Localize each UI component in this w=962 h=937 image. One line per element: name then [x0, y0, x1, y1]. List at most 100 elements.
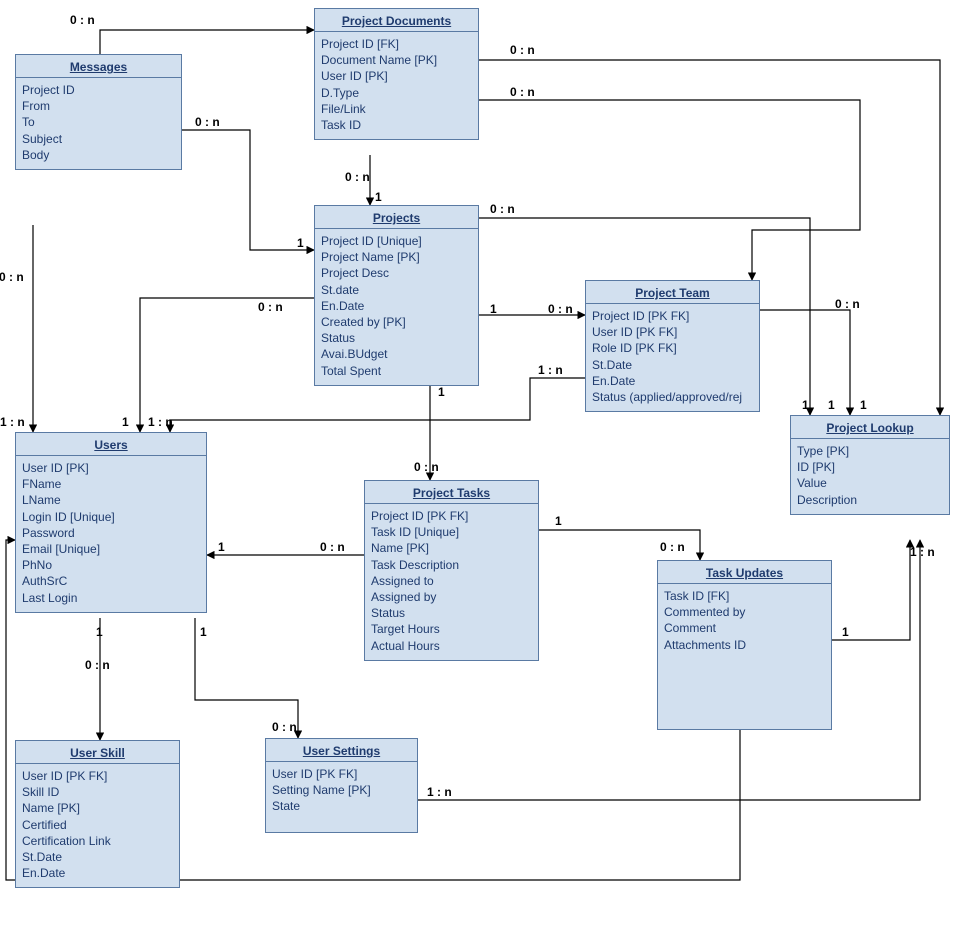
entity-title: Task Updates	[658, 561, 831, 584]
rel-label: 1	[375, 190, 382, 204]
attr: User ID [PK FK]	[592, 324, 753, 340]
er-diagram-canvas: 0 : n 0 : n 0 : n 1 : n 0 : n 1 1 0 : n …	[0, 0, 962, 937]
attr: St.date	[321, 282, 472, 298]
attr: Attachments ID	[664, 637, 825, 653]
rel-label: 1	[96, 625, 103, 639]
attr: Status (applied/approved/rej	[592, 389, 753, 405]
attr: Project Desc	[321, 265, 472, 281]
entity-title: Project Lookup	[791, 416, 949, 439]
entity-body: Project ID [FK] Document Name [PK] User …	[315, 32, 478, 139]
attr: Skill ID	[22, 784, 173, 800]
attr: User ID [PK FK]	[22, 768, 173, 784]
attr: AuthSrC	[22, 573, 200, 589]
attr: Avai.BUdget	[321, 346, 472, 362]
attr: Setting Name [PK]	[272, 782, 411, 798]
attr: Status	[371, 605, 532, 621]
attr: From	[22, 98, 175, 114]
attr: To	[22, 114, 175, 130]
entity-project-team: Project Team Project ID [PK FK] User ID …	[585, 280, 760, 412]
attr: Login ID [Unique]	[22, 509, 200, 525]
attr: St.Date	[592, 357, 753, 373]
entity-body: Type [PK] ID [PK] Value Description	[791, 439, 949, 514]
rel-label: 1	[490, 302, 497, 316]
attr: Project ID [PK FK]	[371, 508, 532, 524]
entity-title: Messages	[16, 55, 181, 78]
rel-label: 1 : n	[427, 785, 452, 799]
entity-project-lookup: Project Lookup Type [PK] ID [PK] Value D…	[790, 415, 950, 515]
rel-label: 0 : n	[490, 202, 515, 216]
rel-label: 1	[802, 398, 809, 412]
rel-label: 0 : n	[272, 720, 297, 734]
rel-label: 1 : n	[910, 545, 935, 559]
entity-title: Projects	[315, 206, 478, 229]
attr: Status	[321, 330, 472, 346]
attr: Project Name [PK]	[321, 249, 472, 265]
rel-label: 0 : n	[510, 43, 535, 57]
attr: Subject	[22, 131, 175, 147]
entity-title: Project Team	[586, 281, 759, 304]
rel-label: 0 : n	[70, 13, 95, 27]
attr: Project ID [PK FK]	[592, 308, 753, 324]
attr: Task ID [Unique]	[371, 524, 532, 540]
attr: Email [Unique]	[22, 541, 200, 557]
attr: Project ID [FK]	[321, 36, 472, 52]
entity-title: User Skill	[16, 741, 179, 764]
rel-label: 0 : n	[345, 170, 370, 184]
attr: Task ID [FK]	[664, 588, 825, 604]
entity-user-skill: User Skill User ID [PK FK] Skill ID Name…	[15, 740, 180, 888]
attr: State	[272, 798, 411, 814]
entity-body: User ID [PK] FName LName Login ID [Uniqu…	[16, 456, 206, 612]
rel-label: 0 : n	[85, 658, 110, 672]
attr: Role ID [PK FK]	[592, 340, 753, 356]
rel-label: 1	[297, 236, 304, 250]
entity-task-updates: Task Updates Task ID [FK] Commented by C…	[657, 560, 832, 730]
attr: Type [PK]	[797, 443, 943, 459]
attr: FName	[22, 476, 200, 492]
attr: User ID [PK]	[22, 460, 200, 476]
rel-label: 1 : n	[148, 415, 173, 429]
entity-body: Project ID [PK FK] Task ID [Unique] Name…	[365, 504, 538, 660]
attr: Target Hours	[371, 621, 532, 637]
entity-body: Project ID From To Subject Body	[16, 78, 181, 169]
rel-label: 0 : n	[548, 302, 573, 316]
rel-label: 1	[860, 398, 867, 412]
entity-body: Task ID [FK] Commented by Comment Attach…	[658, 584, 831, 659]
entity-title: Project Documents	[315, 9, 478, 32]
rel-label: 1	[438, 385, 445, 399]
attr: Password	[22, 525, 200, 541]
entity-body: Project ID [PK FK] User ID [PK FK] Role …	[586, 304, 759, 411]
entity-body: Project ID [Unique] Project Name [PK] Pr…	[315, 229, 478, 385]
attr: Comment	[664, 620, 825, 636]
attr: Name [PK]	[371, 540, 532, 556]
attr: Project ID	[22, 82, 175, 98]
rel-label: 1 : n	[538, 363, 563, 377]
attr: PhNo	[22, 557, 200, 573]
attr: Project ID [Unique]	[321, 233, 472, 249]
rel-label: 1	[122, 415, 129, 429]
attr: File/Link	[321, 101, 472, 117]
rel-label: 1	[200, 625, 207, 639]
rel-label: 0 : n	[660, 540, 685, 554]
attr: Description	[797, 492, 943, 508]
entity-project-tasks: Project Tasks Project ID [PK FK] Task ID…	[364, 480, 539, 661]
attr: Assigned by	[371, 589, 532, 605]
attr: En.Date	[321, 298, 472, 314]
attr: User ID [PK]	[321, 68, 472, 84]
entity-body: User ID [PK FK] Skill ID Name [PK] Certi…	[16, 764, 179, 887]
entity-projects: Projects Project ID [Unique] Project Nam…	[314, 205, 479, 386]
rel-label: 1	[218, 540, 225, 554]
rel-label: 1	[555, 514, 562, 528]
rel-label: 1 : n	[0, 415, 25, 429]
rel-label: 0 : n	[320, 540, 345, 554]
attr: St.Date	[22, 849, 173, 865]
entity-users: Users User ID [PK] FName LName Login ID …	[15, 432, 207, 613]
attr: En.Date	[592, 373, 753, 389]
attr: Name [PK]	[22, 800, 173, 816]
entity-body: User ID [PK FK] Setting Name [PK] State	[266, 762, 417, 821]
entity-user-settings: User Settings User ID [PK FK] Setting Na…	[265, 738, 418, 833]
attr: Certified	[22, 817, 173, 833]
entity-messages: Messages Project ID From To Subject Body	[15, 54, 182, 170]
entity-title: Users	[16, 433, 206, 456]
attr: ID [PK]	[797, 459, 943, 475]
rel-label: 0 : n	[195, 115, 220, 129]
